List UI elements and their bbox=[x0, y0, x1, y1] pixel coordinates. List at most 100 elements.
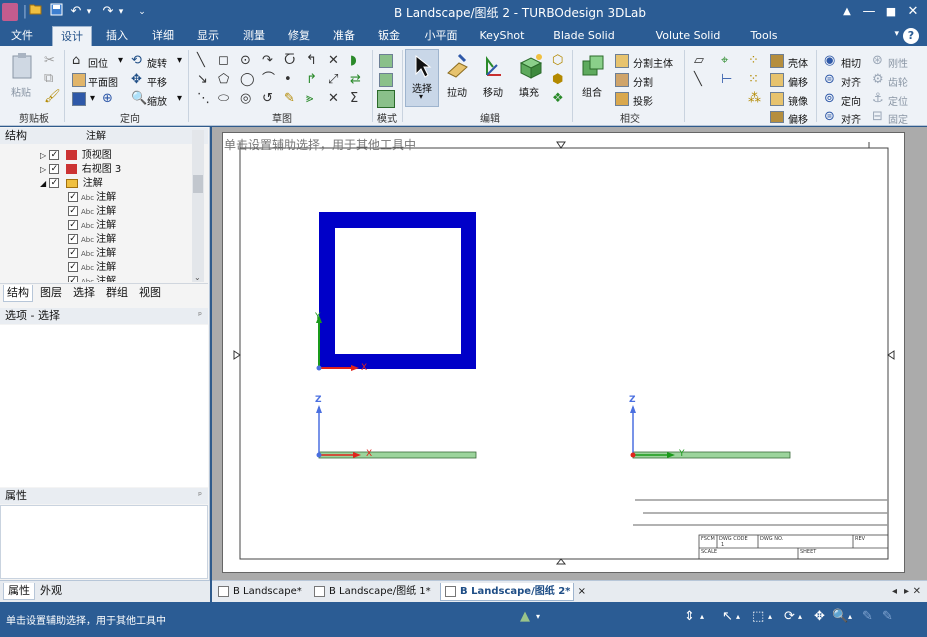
tab-blade-solid-model[interactable]: Blade Solid Model bbox=[538, 26, 630, 62]
format-painter-icon[interactable]: 🖌 bbox=[44, 90, 61, 104]
open-folder-icon[interactable] bbox=[28, 3, 44, 21]
doc-tab-landscape[interactable]: B Landscape* bbox=[218, 583, 310, 601]
help-icon[interactable]: ? bbox=[903, 28, 919, 44]
move-tool-icon[interactable] bbox=[481, 53, 507, 79]
paste-icon[interactable] bbox=[10, 52, 34, 82]
mirror-curve-icon[interactable]: ⪢ bbox=[306, 92, 313, 106]
doc-tab-sheet-2[interactable]: B Landscape/图纸 2* × bbox=[440, 583, 586, 601]
tab-display[interactable]: 显示 bbox=[191, 26, 225, 46]
linear-pattern-icon[interactable]: ⁘ bbox=[748, 54, 759, 68]
checkbox[interactable]: ✓ bbox=[68, 248, 78, 258]
mirror-icon[interactable] bbox=[770, 92, 784, 106]
split-body-label[interactable]: 分割主体 bbox=[633, 55, 673, 70]
close-button[interactable]: ✕ bbox=[903, 4, 923, 20]
app-icon[interactable] bbox=[2, 3, 18, 21]
dropdown-icon[interactable]: ▴ bbox=[700, 610, 704, 624]
extend-tool-icon[interactable]: ⤢ bbox=[328, 73, 338, 87]
plane-icon[interactable]: ▱ bbox=[694, 54, 704, 68]
collapse-icon[interactable]: ◢ bbox=[40, 179, 46, 188]
ribbon-collapse-icon[interactable]: ▲ bbox=[837, 4, 857, 20]
orient-plan-label[interactable]: 平面图 bbox=[88, 74, 118, 89]
dropdown-icon[interactable]: ▴ bbox=[798, 610, 802, 624]
tab-appearance[interactable]: 外观 bbox=[40, 583, 62, 599]
warning-icon[interactable]: ▲ bbox=[520, 610, 530, 624]
corner-arc-icon[interactable]: ↰ bbox=[306, 54, 317, 68]
tangent-line-icon[interactable]: ↘ bbox=[197, 73, 208, 87]
circular-pattern-icon[interactable]: ⁙ bbox=[748, 73, 759, 87]
trim-tool-icon[interactable]: ✕ bbox=[328, 54, 339, 68]
combine-label[interactable]: 组合 bbox=[582, 84, 602, 99]
dropdown-icon[interactable]: ▴ bbox=[768, 610, 772, 624]
dropdown-icon[interactable]: ▴ bbox=[736, 610, 740, 624]
view-cube-icon[interactable] bbox=[72, 92, 86, 106]
polygon-tool-icon[interactable]: ⬠ bbox=[218, 73, 229, 87]
subtab-selection[interactable]: 选择 bbox=[73, 285, 95, 301]
orient-label[interactable]: 定向 bbox=[841, 93, 861, 108]
checkbox[interactable]: ✓ bbox=[68, 220, 78, 230]
checkbox[interactable]: ✓ bbox=[68, 276, 78, 282]
doc-tab-sheet-1[interactable]: B Landscape/图纸 1* bbox=[314, 583, 434, 601]
tree-item-annotation[interactable]: ✓ Abc 注解 bbox=[68, 247, 116, 261]
subtab-groups[interactable]: 群组 bbox=[106, 285, 128, 301]
tree-item-annotation-top[interactable]: 注解 bbox=[86, 130, 106, 144]
tab-facets[interactable]: 小平面 bbox=[418, 26, 464, 46]
fill-pattern-icon[interactable]: ⁂ bbox=[748, 92, 761, 106]
zoom-view-icon[interactable]: 🔍 bbox=[832, 610, 848, 624]
copy-icon[interactable]: ⧉ bbox=[44, 72, 53, 86]
pen-icon[interactable]: ✎ bbox=[862, 610, 873, 624]
checkbox[interactable]: ✓ bbox=[49, 150, 60, 160]
tree-item-annotation[interactable]: ✓ Abc 注解 bbox=[68, 219, 116, 233]
paste-label[interactable]: 粘贴 bbox=[11, 84, 31, 99]
axis-icon[interactable]: ╲ bbox=[694, 73, 702, 87]
project-icon[interactable] bbox=[615, 92, 629, 106]
dropdown-icon[interactable]: ▾ bbox=[118, 55, 123, 66]
tab-sheetmetal[interactable]: 钣金 bbox=[372, 26, 406, 46]
tab-insert[interactable]: 插入 bbox=[100, 26, 134, 46]
maximize-button[interactable]: ■ bbox=[881, 4, 901, 20]
nav-up-down-icon[interactable]: ⇕ bbox=[684, 610, 695, 624]
checkbox[interactable]: ✓ bbox=[49, 164, 60, 174]
offset-label-2[interactable]: 偏移 bbox=[788, 111, 808, 126]
fill-label[interactable]: 填充 bbox=[519, 84, 539, 99]
tree-item-annotation[interactable]: ✓ Abc 注解 bbox=[68, 261, 116, 275]
gear-label[interactable]: 齿轮 bbox=[888, 74, 908, 89]
align-icon-2[interactable]: ⊜ bbox=[824, 110, 835, 124]
rigid-icon[interactable]: ⊛ bbox=[872, 54, 883, 68]
subtab-views[interactable]: 视图 bbox=[139, 285, 161, 301]
align-label[interactable]: 对齐 bbox=[841, 74, 861, 89]
expand-icon[interactable]: ▷ bbox=[40, 151, 46, 160]
zoom-icon[interactable]: 🔍 bbox=[131, 92, 147, 106]
dropdown-icon[interactable]: ▾ bbox=[177, 55, 182, 66]
split-label[interactable]: 分割 bbox=[633, 74, 653, 89]
rigid-label[interactable]: 刚性 bbox=[888, 55, 908, 70]
tab-keyshot[interactable]: KeyShot bbox=[475, 26, 529, 46]
checkbox[interactable]: ✓ bbox=[49, 178, 60, 188]
split-body-icon[interactable] bbox=[615, 54, 629, 68]
offset-curve-icon[interactable]: ↱ bbox=[306, 73, 317, 87]
sweep-arc-icon[interactable]: ↺ bbox=[262, 92, 273, 106]
concentric-circle-icon[interactable]: ◎ bbox=[240, 92, 251, 106]
dropdown-icon[interactable]: ▾ bbox=[536, 610, 540, 624]
fix-icon[interactable]: ⊟ bbox=[872, 110, 883, 124]
undo-icon[interactable]: ↶ bbox=[68, 3, 84, 21]
checkbox[interactable]: ✓ bbox=[68, 206, 78, 216]
plan-view-icon[interactable] bbox=[72, 73, 86, 87]
checkbox[interactable]: ✓ bbox=[68, 192, 78, 202]
dropdown-icon[interactable]: ▾ bbox=[177, 93, 182, 104]
tab-prepare[interactable]: 准备 bbox=[327, 26, 361, 46]
offset-label[interactable]: 偏移 bbox=[788, 74, 808, 89]
tab-file[interactable]: 文件 bbox=[6, 26, 38, 46]
pin-icon[interactable]: ᵖ bbox=[198, 488, 202, 504]
move-label[interactable]: 移动 bbox=[483, 84, 503, 99]
redo-icon[interactable]: ↷ bbox=[100, 3, 116, 21]
orient-zoom-label[interactable]: 缩放 bbox=[147, 93, 167, 108]
customize-toolbar-icon[interactable]: ⌄ bbox=[136, 3, 148, 21]
select-cursor-icon[interactable]: ↖ bbox=[722, 610, 733, 624]
cut-icon[interactable]: ✂ bbox=[44, 54, 55, 68]
coordinate-system-icon[interactable]: ⊢ bbox=[721, 73, 732, 87]
scroll-tabs-left-icon[interactable]: ◂ bbox=[892, 583, 897, 601]
tree-item-annotation[interactable]: ✓ Abc 注解 bbox=[68, 233, 116, 247]
tree-item-annotation-folder[interactable]: ◢ ✓ 注解 bbox=[40, 177, 103, 191]
shell-icon[interactable] bbox=[770, 54, 784, 68]
combine-tool-icon[interactable] bbox=[580, 53, 606, 79]
